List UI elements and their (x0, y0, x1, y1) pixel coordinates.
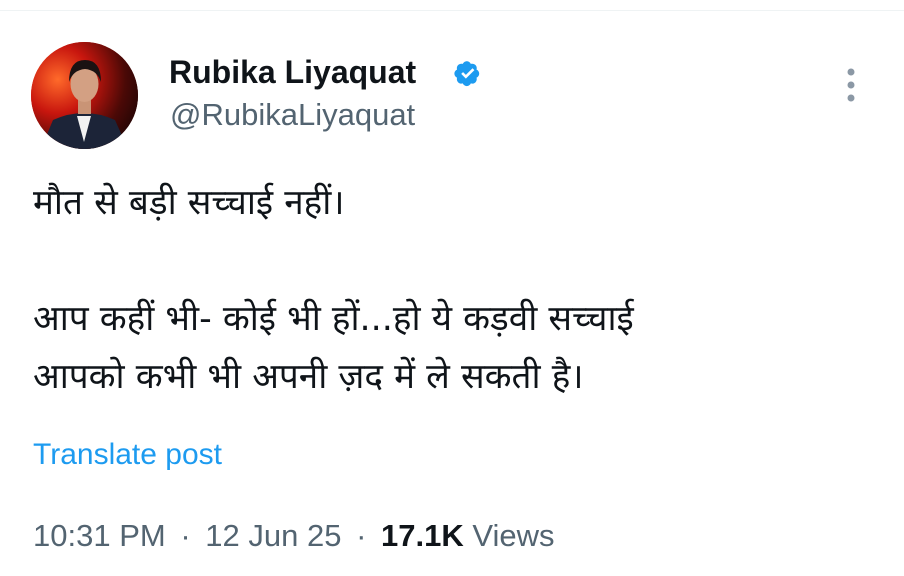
avatar[interactable] (31, 42, 138, 149)
tweet-line: मौत से बड़ी सच्चाई नहीं। (33, 183, 345, 223)
avatar-image (31, 42, 138, 149)
verified-badge-icon (454, 61, 480, 87)
tweet-line: आप कहीं भी- कोई भी हों...हो ये कड़वी सच्… (33, 299, 634, 339)
more-vertical-icon[interactable] (840, 66, 862, 106)
meta-separator: · (180, 518, 191, 553)
post-time[interactable]: 10:31 PM (33, 518, 166, 553)
views-label: Views (472, 518, 555, 553)
meta-separator: · (356, 518, 367, 553)
tweet-line: आपको कभी भी अपनी ज़द में ले सकती है। (33, 357, 584, 397)
translate-post-link[interactable]: Translate post (33, 436, 222, 474)
post-date[interactable]: 12 Jun 25 (205, 518, 341, 553)
tweet: Rubika Liyaquat @RubikaLiyaquat मौत से ब… (0, 0, 904, 576)
author-handle[interactable]: @RubikaLiyaquat (170, 95, 415, 135)
views-count[interactable]: 17.1K (381, 518, 464, 553)
author-name[interactable]: Rubika Liyaquat (169, 52, 416, 92)
tweet-text: मौत से बड़ी सच्चाई नहीं। आप कहीं भी- कोई… (33, 174, 853, 406)
tweet-meta: 10:31 PM · 12 Jun 25 · 17.1K Views (33, 516, 555, 556)
